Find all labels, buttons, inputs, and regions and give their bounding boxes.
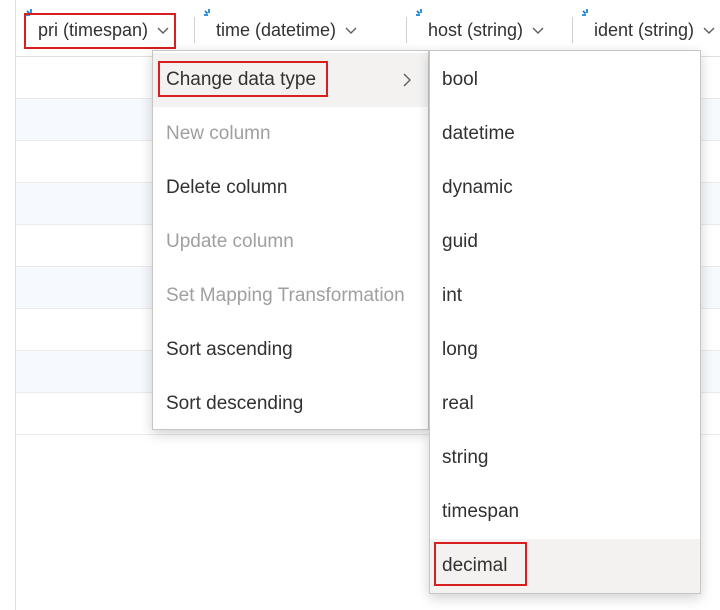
submenu-item-label: datetime [442,123,515,144]
submenu-item-datetime[interactable]: datetime [430,107,700,161]
submenu-item-guid[interactable]: guid [430,215,700,269]
loading-spinner-icon [26,9,32,16]
submenu-item-real[interactable]: real [430,377,700,431]
loading-spinner-icon [416,9,422,16]
loading-spinner-icon [204,9,210,16]
menu-item-label: Set Mapping Transformation [166,285,405,306]
chevron-down-icon[interactable] [344,23,358,37]
column-header-ident[interactable]: ident (string) [572,9,716,48]
menu-item-sort-ascending[interactable]: Sort ascending [153,323,428,377]
column-separator [572,17,573,43]
menu-item-update-column: Update column [153,215,428,269]
chevron-down-icon[interactable] [156,23,170,37]
menu-item-label: New column [166,123,271,144]
column-context-menu: Change data type New column Delete colum… [152,50,429,430]
menu-item-label: Change data type [166,69,317,90]
menu-item-delete-column[interactable]: Delete column [153,161,428,215]
column-header-label: pri (timespan) [38,19,149,40]
column-header-label: host (string) [428,19,524,40]
submenu-item-label: decimal [442,555,508,576]
submenu-item-label: bool [442,69,478,90]
submenu-item-label: int [442,285,463,306]
chevron-right-icon [403,73,411,87]
column-separator [406,17,407,43]
menu-item-label: Sort descending [166,393,304,414]
submenu-item-label: dynamic [442,177,513,198]
submenu-item-long[interactable]: long [430,323,700,377]
menu-item-new-column: New column [153,107,428,161]
menu-item-sort-descending[interactable]: Sort descending [153,377,428,431]
submenu-item-label: long [442,339,478,360]
submenu-item-label: string [442,447,489,468]
submenu-item-decimal[interactable]: decimal [430,539,700,593]
chevron-down-icon[interactable] [702,23,716,37]
column-header-label: time (datetime) [216,19,337,40]
submenu-item-label: real [442,393,474,414]
column-header-host[interactable]: host (string) [406,9,545,48]
column-separator [194,17,195,43]
submenu-item-timespan[interactable]: timespan [430,485,700,539]
menu-item-label: Sort ascending [166,339,293,360]
loading-spinner-icon [582,9,588,16]
menu-item-label: Update column [166,231,294,252]
menu-item-label: Delete column [166,177,288,198]
column-header-pri[interactable]: pri (timespan) [26,9,170,48]
submenu-item-int[interactable]: int [430,269,700,323]
column-header-label: ident (string) [594,19,695,40]
data-type-submenu: bool datetime dynamic guid int long real… [429,50,701,594]
menu-item-set-mapping-transformation: Set Mapping Transformation [153,269,428,323]
submenu-item-string[interactable]: string [430,431,700,485]
submenu-item-label: timespan [442,501,520,522]
submenu-item-dynamic[interactable]: dynamic [430,161,700,215]
chevron-down-icon[interactable] [531,23,545,37]
menu-item-change-data-type[interactable]: Change data type [153,53,428,107]
column-header-time[interactable]: time (datetime) [194,9,358,48]
submenu-item-bool[interactable]: bool [430,53,700,107]
submenu-item-label: guid [442,231,478,252]
